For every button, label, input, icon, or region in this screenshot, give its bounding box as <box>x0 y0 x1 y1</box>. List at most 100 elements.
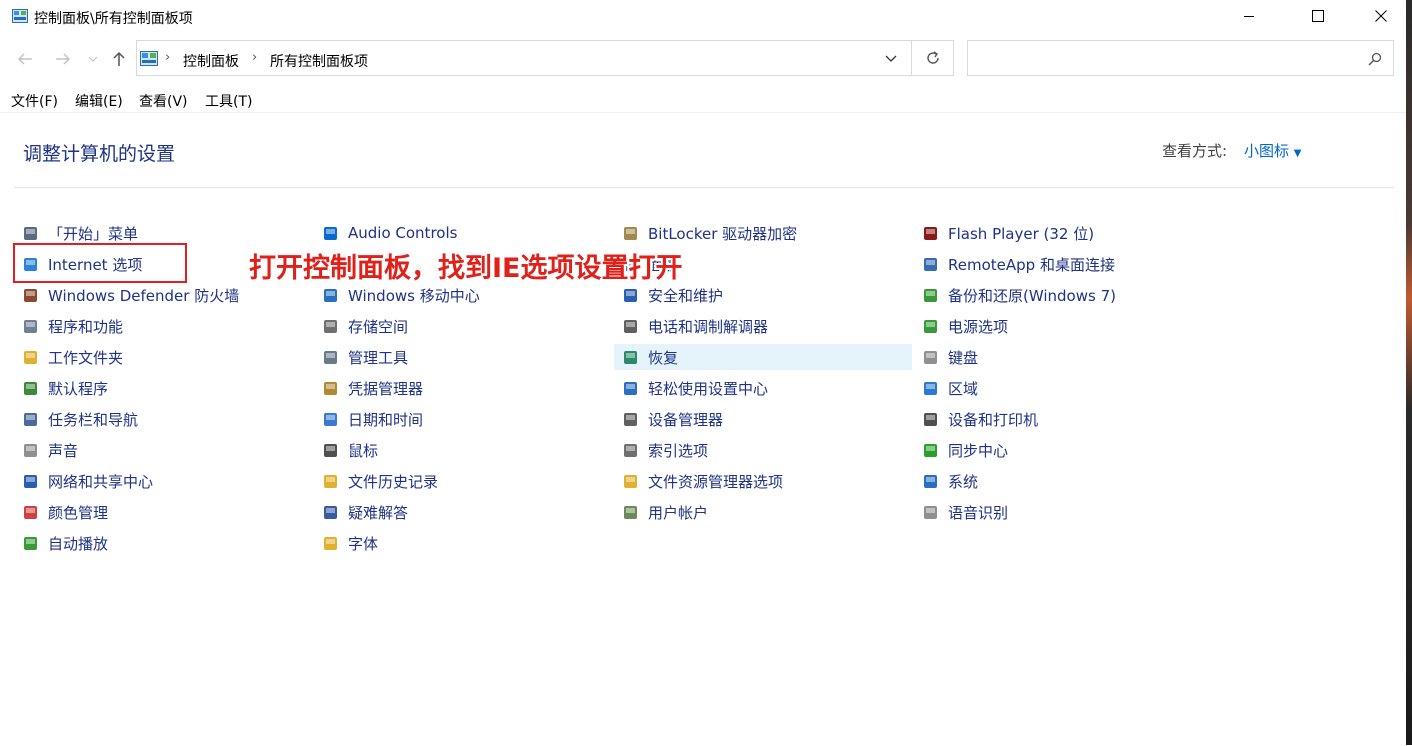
remoteapp-icon <box>924 257 937 271</box>
control-panel-item-label: 区域 <box>948 379 979 398</box>
control-panel-item-label: 恢复 <box>648 348 679 367</box>
menu-file[interactable]: 文件(F) <box>11 91 58 111</box>
control-panel-item[interactable]: 声音 <box>14 437 304 463</box>
control-panel-item[interactable]: 自动播放 <box>14 530 304 556</box>
bitlocker-icon <box>624 226 637 240</box>
control-panel-item-label: 字体 <box>348 534 379 553</box>
control-panel-item[interactable]: Windows 移动中心 <box>314 282 604 308</box>
control-panel-item-label: 工作文件夹 <box>48 348 124 367</box>
control-panel-icon <box>12 9 28 23</box>
control-panel-item-label: 网络和共享中心 <box>48 472 154 491</box>
control-panel-item[interactable]: 索引选项 <box>614 437 904 463</box>
control-panel-item-label: 备份和还原(Windows 7) <box>948 286 1116 305</box>
control-panel-item[interactable]: Audio Controls <box>314 220 604 246</box>
breadcrumb-all-items[interactable]: 所有控制面板项 <box>270 51 368 71</box>
control-panel-item-label: 设备和打印机 <box>948 410 1039 429</box>
control-panel-item[interactable]: 任务栏和导航 <box>14 406 304 432</box>
control-panel-item[interactable]: 安全和维护 <box>614 282 904 308</box>
chevron-down-icon[interactable] <box>885 55 897 63</box>
control-panel-item[interactable]: 轻松使用设置中心 <box>614 375 904 401</box>
control-panel-item-label: BitLocker 驱动器加密 <box>648 224 798 243</box>
control-panel-item[interactable]: 文件历史记录 <box>314 468 604 494</box>
control-panel-item[interactable]: 系统 <box>914 468 1204 494</box>
control-panel-item[interactable]: 设备和打印机 <box>914 406 1204 432</box>
search-icon[interactable] <box>1368 52 1382 66</box>
minimize-button[interactable] <box>1226 0 1272 32</box>
refresh-button[interactable] <box>912 40 954 76</box>
control-panel-item[interactable]: 凭据管理器 <box>314 375 604 401</box>
control-panel-item[interactable]: 管理工具 <box>314 344 604 370</box>
control-panel-item-label: 存储空间 <box>348 317 409 336</box>
control-panel-item[interactable]: 电话和调制解调器 <box>614 313 904 339</box>
control-panel-item-label: 安全和维护 <box>648 286 724 305</box>
minimize-icon <box>1244 16 1254 17</box>
menu-tools[interactable]: 工具(T) <box>205 91 252 111</box>
search-input[interactable] <box>967 40 1394 76</box>
close-button[interactable] <box>1358 0 1404 32</box>
network-icon <box>24 474 37 488</box>
control-panel-item-label: 管理工具 <box>348 348 409 367</box>
back-arrow-icon <box>17 53 32 65</box>
control-panel-item[interactable]: BitLocker 驱动器加密 <box>614 220 904 246</box>
control-panel-item[interactable]: 语音识别 <box>914 499 1204 525</box>
control-panel-item[interactable]: 备份和还原(Windows 7) <box>914 282 1204 308</box>
forward-button[interactable] <box>52 50 74 68</box>
control-panel-item[interactable]: 存储空间 <box>314 313 604 339</box>
recent-locations-button[interactable] <box>84 50 102 68</box>
control-panel-item[interactable]: RemoteApp 和桌面连接 <box>914 251 1204 277</box>
breadcrumb-separator-icon[interactable]: › <box>252 50 257 65</box>
highlight-box <box>13 243 187 283</box>
troubleshooting-icon <box>324 505 337 519</box>
control-panel-item-label: 自动播放 <box>48 534 109 553</box>
recovery-icon <box>624 350 637 364</box>
control-panel-item[interactable]: 疑难解答 <box>314 499 604 525</box>
control-panel-item[interactable]: 文件资源管理器选项 <box>614 468 904 494</box>
control-panel-item-label: 索引选项 <box>648 441 709 460</box>
desktop-background-strip <box>1406 0 1412 745</box>
work-folders-icon <box>24 350 37 364</box>
breadcrumb-control-panel[interactable]: 控制面板 <box>183 51 239 71</box>
control-panel-item[interactable]: 程序和功能 <box>14 313 304 339</box>
maximize-button[interactable] <box>1295 0 1341 32</box>
control-panel-item[interactable]: 区域 <box>914 375 1204 401</box>
keyboard-icon <box>924 350 937 364</box>
view-by-dropdown[interactable]: 小图标 ▼ <box>1244 140 1302 161</box>
control-panel-item-label: 电话和调制解调器 <box>648 317 769 336</box>
divider <box>14 187 1394 188</box>
devices-printers-icon <box>924 412 937 426</box>
address-bar[interactable]: › 控制面板 › 所有控制面板项 <box>136 40 912 76</box>
menu-edit[interactable]: 编辑(E) <box>75 91 123 111</box>
control-panel-item-label: 声音 <box>48 441 79 460</box>
control-panel-item[interactable]: 工作文件夹 <box>14 344 304 370</box>
page-title: 调整计算机的设置 <box>23 143 176 165</box>
menu-view[interactable]: 查看(V) <box>139 91 188 111</box>
view-by-value: 小图标 <box>1244 142 1290 160</box>
control-panel-item-label: 凭据管理器 <box>348 379 424 398</box>
back-button[interactable] <box>14 50 36 68</box>
control-panel-item[interactable]: Windows Defender 防火墙 <box>14 282 304 308</box>
control-panel-item[interactable]: 字体 <box>314 530 604 556</box>
control-panel-item[interactable]: 同步中心 <box>914 437 1204 463</box>
control-panel-item-label: 设备管理器 <box>648 410 724 429</box>
explorer-options-icon <box>624 474 637 488</box>
control-panel-item[interactable]: 颜色管理 <box>14 499 304 525</box>
control-panel-item[interactable]: 键盘 <box>914 344 1204 370</box>
control-panel-item[interactable]: Flash Player (32 位) <box>914 220 1204 246</box>
control-panel-item-label: Flash Player (32 位) <box>948 224 1095 243</box>
control-panel-item-label: 程序和功能 <box>48 317 124 336</box>
forward-arrow-icon <box>56 53 71 65</box>
control-panel-item[interactable]: 日期和时间 <box>314 406 604 432</box>
storage-spaces-icon <box>324 319 337 333</box>
device-manager-icon <box>624 412 637 426</box>
control-panel-item[interactable]: 鼠标 <box>314 437 604 463</box>
control-panel-item[interactable]: 网络和共享中心 <box>14 468 304 494</box>
control-panel-item[interactable]: 恢复 <box>614 344 912 370</box>
flash-player-icon <box>924 226 937 240</box>
control-panel-item[interactable]: 用户帐户 <box>614 499 904 525</box>
control-panel-item[interactable]: 设备管理器 <box>614 406 904 432</box>
breadcrumb-separator-icon[interactable]: › <box>165 50 170 65</box>
control-panel-item[interactable]: 默认程序 <box>14 375 304 401</box>
control-panel-item-label: 任务栏和导航 <box>48 410 139 429</box>
control-panel-item[interactable]: 电源选项 <box>914 313 1204 339</box>
up-button[interactable] <box>108 50 130 68</box>
